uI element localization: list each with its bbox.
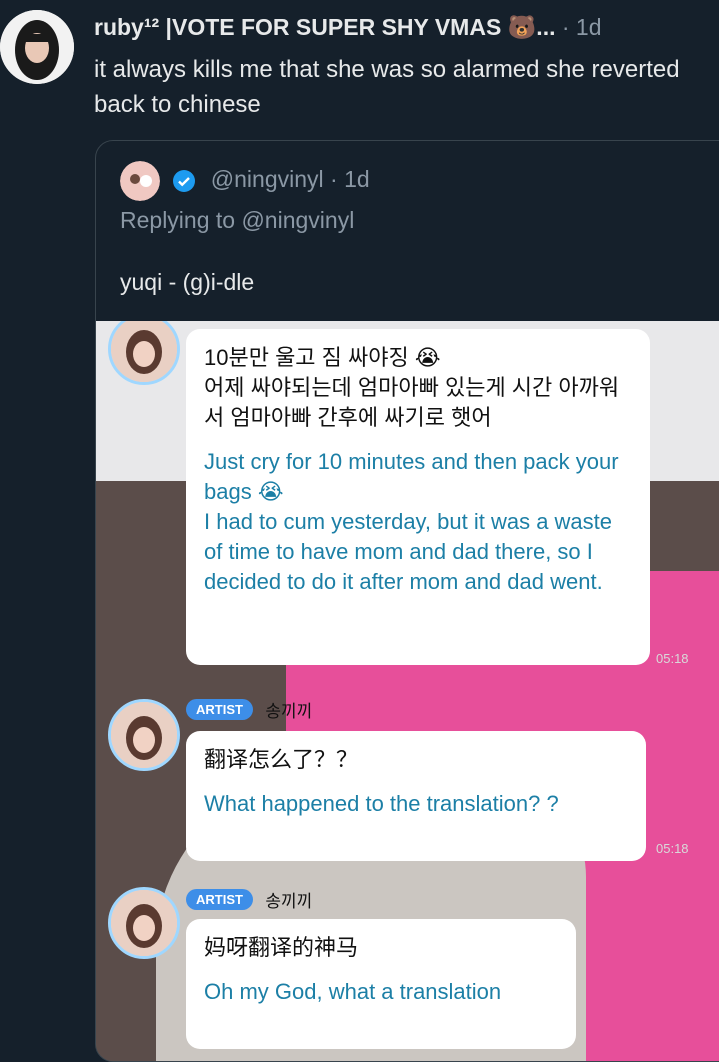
- message-3-original: 妈呀翻译的神马: [204, 935, 359, 960]
- artist-label-row-2: ARTIST 송끼끼: [186, 887, 312, 912]
- artist-label-row-1: ARTIST 송끼끼: [186, 697, 312, 722]
- message-1-korean-line2: 어제 싸야되는데 엄마아빠 있는게 시간 아까워서 엄마아빠 간후에 싸기로 햇…: [204, 375, 620, 430]
- quote-avatar[interactable]: [120, 161, 160, 201]
- tweet-time[interactable]: · 1d: [562, 14, 602, 40]
- timestamp-2: 05:18: [656, 841, 689, 856]
- tweet-header: ruby¹² |VOTE FOR SUPER SHY VMAS 🐻... · 1…: [94, 14, 704, 41]
- artist-badge: ARTIST: [186, 699, 253, 720]
- replying-to: Replying to @ningvinyl: [120, 207, 355, 233]
- message-1-translation-line1: Just cry for 10 minutes and then pack yo…: [204, 449, 619, 504]
- author-name[interactable]: ruby¹² |VOTE FOR SUPER SHY VMAS 🐻...: [94, 14, 555, 40]
- quoted-tweet[interactable]: @ningvinyl · 1d Replying to @ningvinyl y…: [95, 140, 719, 1062]
- message-bubble-1: 10분만 울고 짐 싸야징 😭 어제 싸야되는데 엄마아빠 있는게 시간 아까워…: [186, 329, 650, 665]
- author-avatar[interactable]: [0, 10, 74, 84]
- message-1-korean-line1: 10분만 울고 짐 싸야징 😭: [204, 345, 441, 370]
- quote-header: @ningvinyl · 1d: [120, 161, 370, 201]
- artist-avatar: [108, 887, 180, 959]
- message-bubble-2: 翻译怎么了？？ What happened to the translation…: [186, 731, 646, 861]
- chat-screenshot-image: 05:18 05:18 10분만 울고 짐 싸야징 😭 어제 싸야되는데 엄마아…: [96, 321, 719, 1061]
- artist-name: 송끼끼: [265, 892, 313, 911]
- message-2-translation: What happened to the translation? ?: [204, 791, 559, 816]
- message-2-original: 翻译怎么了？？: [204, 747, 359, 772]
- artist-name: 송끼끼: [265, 702, 313, 721]
- quote-handle[interactable]: @ningvinyl · 1d: [211, 166, 370, 192]
- message-1-translation-line2: I had to cum yesterday, but it was a was…: [204, 509, 613, 594]
- message-3-translation: Oh my God, what a translation: [204, 979, 502, 1004]
- quote-text: yuqi - (g)i-dle: [120, 269, 255, 295]
- verified-badge-icon: [172, 169, 196, 193]
- timestamp-1: 05:18: [656, 651, 689, 666]
- artist-badge: ARTIST: [186, 889, 253, 910]
- artist-avatar: [108, 699, 180, 771]
- message-bubble-3: 妈呀翻译的神马 Oh my God, what a translation: [186, 919, 576, 1049]
- tweet-text: it always kills me that she was so alarm…: [94, 56, 680, 118]
